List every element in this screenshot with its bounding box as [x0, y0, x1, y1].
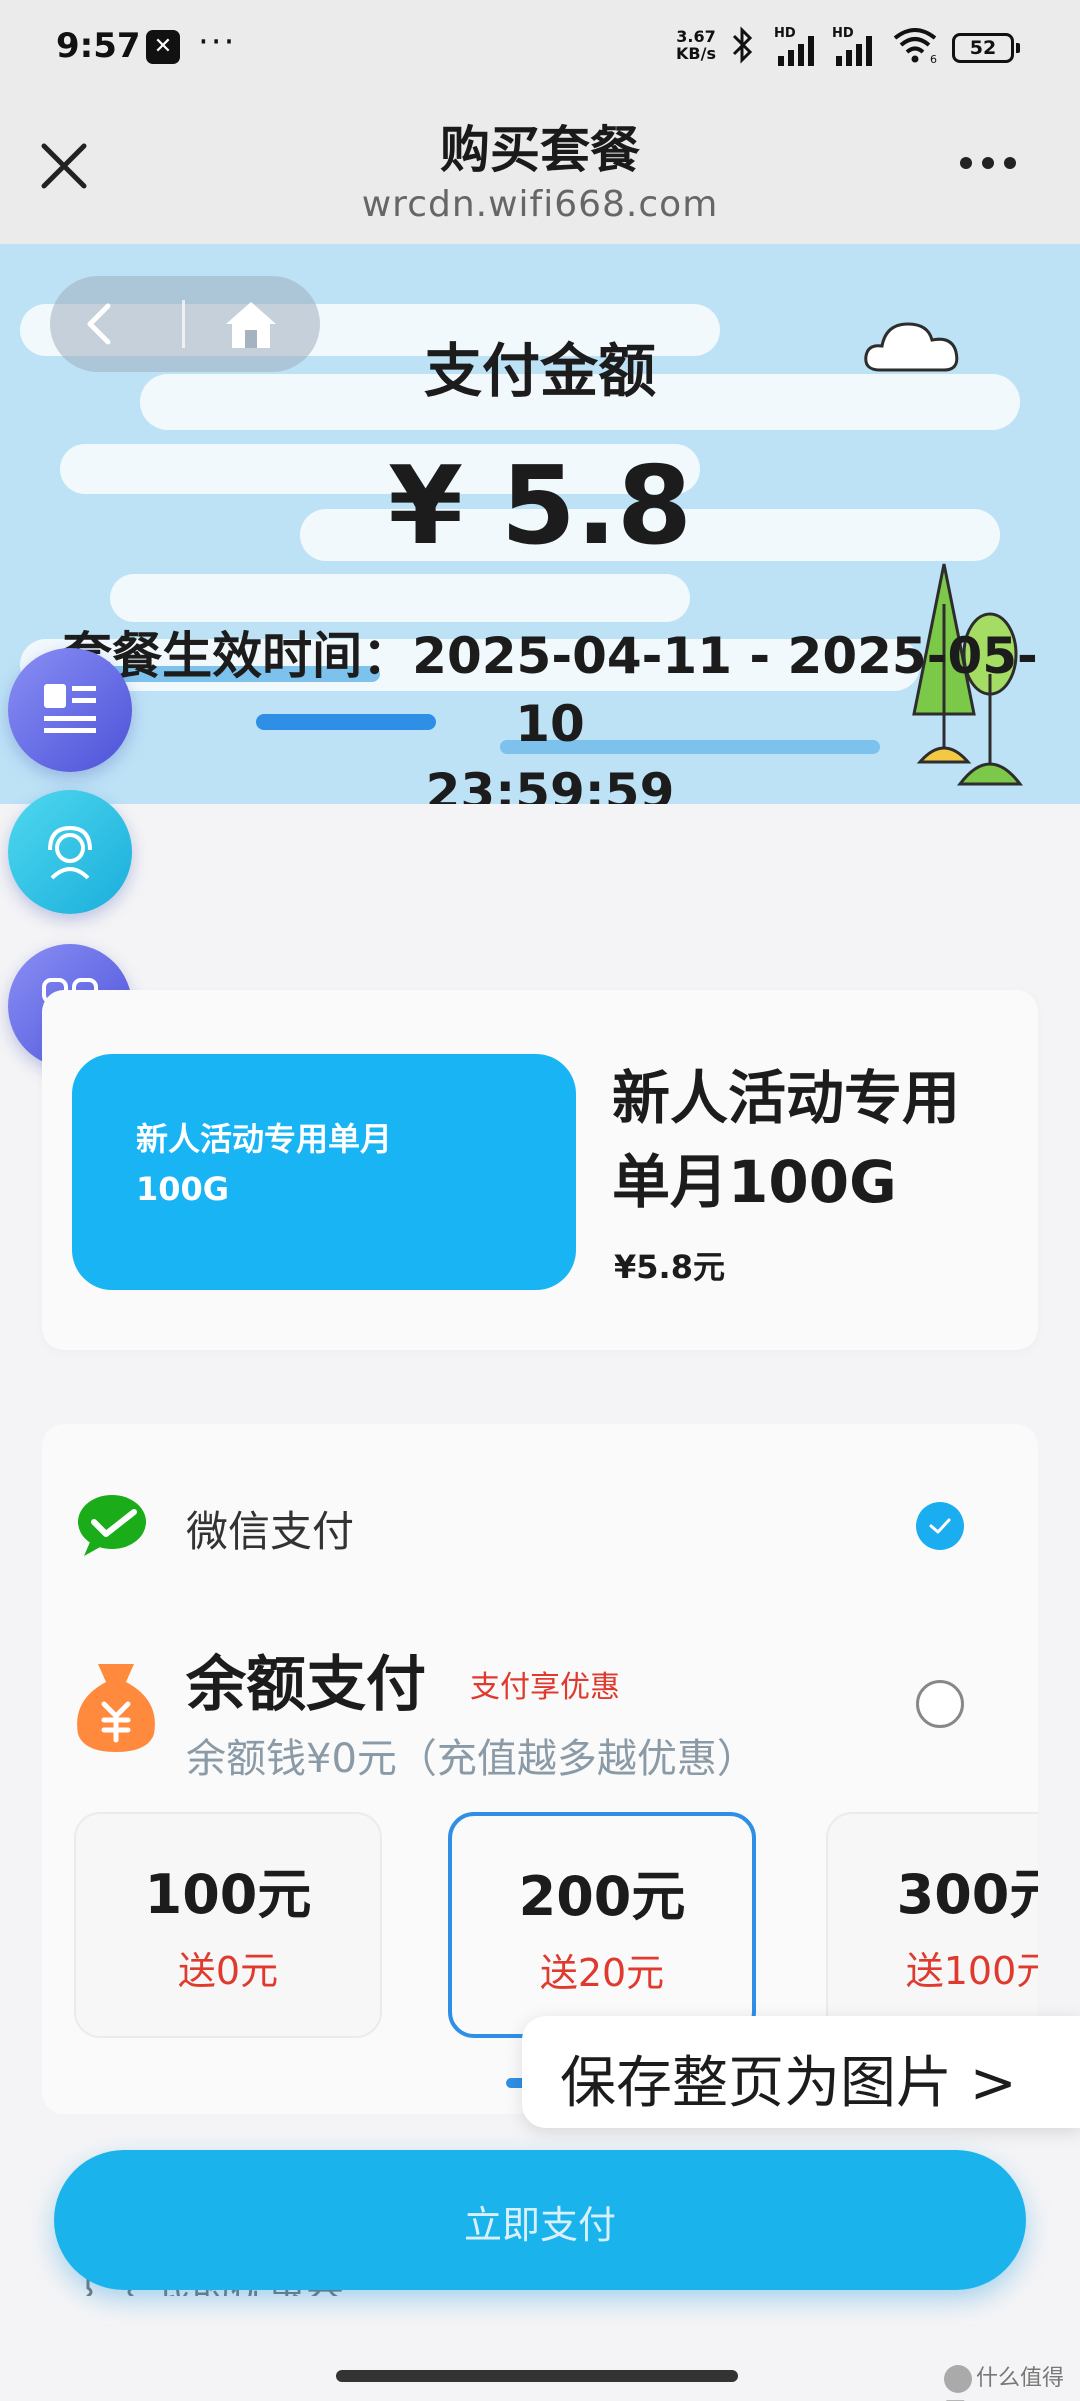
nav-pill — [50, 276, 320, 372]
valid-period-line2: 23:59:59 — [425, 763, 675, 804]
wechat-pay-radio[interactable] — [916, 1502, 964, 1550]
package-valid-period: 套餐生效时间：2025-04-11 - 2025-05-10 23:59:59 — [30, 622, 1070, 804]
recharge-bonus: 送20元 — [539, 1951, 665, 1995]
headset-icon — [48, 825, 92, 880]
thumb-line1: 新人活动专用单月 — [136, 1120, 393, 1158]
check-icon — [929, 1518, 951, 1534]
home-icon[interactable] — [220, 296, 282, 352]
money-bag-icon — [68, 1656, 164, 1756]
capcut-icon: ✕ — [146, 30, 180, 64]
save-page-label: 保存整页为图片 > — [560, 2051, 1017, 2116]
wechat-icon — [76, 1492, 154, 1560]
recharge-amount: 200元 — [518, 1865, 686, 1928]
watermark: 什么值得买 — [944, 2360, 1080, 2401]
more-options-icon[interactable] — [958, 148, 1018, 178]
recharge-option-100[interactable]: 100元 送0元 — [74, 1812, 382, 2038]
recharge-bonus: 送0元 — [177, 1949, 279, 1993]
signal-icon-2: HD — [832, 26, 880, 66]
balance-amount-text: 余额钱¥0元（充值越多越优惠） — [186, 1736, 757, 1782]
package-name-line2: 单月100G — [612, 1148, 897, 1216]
wifi-icon: 6 — [892, 26, 938, 66]
package-thumbnail: 新人活动专用单月 100G — [72, 1054, 576, 1290]
page-title: 购买套餐 — [440, 121, 640, 179]
bluetooth-icon — [730, 26, 754, 73]
orders-float-button[interactable] — [8, 648, 132, 772]
gesture-bar[interactable] — [336, 2370, 738, 2382]
title-bar: 购买套餐 wrcdn.wifi668.com — [0, 96, 1080, 244]
recharge-bonus: 送100元 — [905, 1949, 1038, 1993]
package-card: 新人活动专用单月 100G 新人活动专用 单月100G ¥5.8元 — [42, 990, 1038, 1350]
thumb-line2: 100G — [136, 1170, 230, 1208]
battery-indicator: 52 — [952, 33, 1020, 63]
pay-now-button[interactable]: 立即支付 — [54, 2150, 1026, 2290]
recharge-amount: 100元 — [144, 1863, 312, 1926]
recharge-option-300-clip: 300元 送100元 — [826, 1812, 1038, 2044]
page-url: wrcdn.wifi668.com — [361, 184, 719, 225]
signal-icon: HD — [774, 26, 822, 66]
payment-amount: ¥ 5.8 — [387, 444, 693, 569]
payment-method-card: 微信支付 余额支付 支付享优惠 余额钱¥0元（充值越多越优惠） 100元 送0元… — [42, 1424, 1038, 2114]
wechat-pay-label: 微信支付 — [186, 1507, 355, 1556]
back-icon[interactable] — [76, 298, 126, 350]
customer-service-float-button[interactable] — [8, 790, 132, 914]
svg-text:6: 6 — [930, 53, 937, 64]
package-name-line1: 新人活动专用 — [612, 1064, 961, 1132]
recharge-option-200[interactable]: 200元 送20元 — [448, 1812, 756, 2038]
net-speed-value: 3.67 — [676, 27, 716, 46]
net-speed-unit: KB/s — [676, 44, 716, 63]
recharge-amount: 300元 — [896, 1863, 1038, 1926]
status-more: ··· — [198, 22, 237, 62]
balance-pay-label: 余额支付 — [186, 1650, 426, 1720]
recharge-option-300[interactable]: 300元 送100元 — [826, 1812, 1038, 2038]
status-bar: 9:57 ✕ ··· 3.67 KB/s HD HD 6 52 — [0, 0, 1080, 96]
balance-pay-radio[interactable] — [916, 1680, 964, 1728]
valid-period-line1: 套餐生效时间：2025-04-11 - 2025-05-10 — [62, 627, 1038, 753]
package-price: ¥5.8元 — [614, 1248, 725, 1286]
net-speed: 3.67 KB/s — [676, 28, 716, 62]
pay-now-label: 立即支付 — [463, 2203, 616, 2247]
save-page-as-image-button[interactable]: 保存整页为图片 > — [522, 2016, 1080, 2128]
watermark-logo-icon — [944, 2365, 972, 2393]
status-time: 9:57 — [56, 26, 141, 66]
balance-promo-tag: 支付享优惠 — [470, 1670, 620, 1705]
package-name: 新人活动专用 单月100G — [612, 1056, 1032, 1224]
list-icon — [44, 684, 96, 733]
